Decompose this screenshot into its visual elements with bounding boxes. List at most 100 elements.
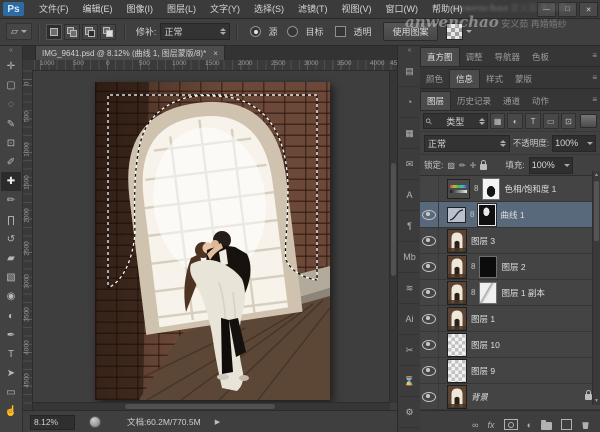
tab-info[interactable]: 信息: [449, 69, 480, 88]
eraser-tool[interactable]: ▰: [1, 249, 21, 268]
visibility-toggle[interactable]: [420, 176, 439, 201]
filter-pixel-layers-icon[interactable]: ▦: [490, 113, 506, 129]
visibility-toggle[interactable]: [420, 228, 439, 253]
dock-panel-icon-9[interactable]: Ai: [398, 304, 421, 335]
layer-thumbnail-transparent[interactable]: [447, 333, 467, 357]
visibility-toggle[interactable]: [420, 280, 439, 305]
new-adjustment-layer-icon[interactable]: ◐: [527, 420, 532, 430]
layer-row-background[interactable]: 背景: [420, 384, 600, 410]
crop-tool[interactable]: ⊡: [1, 134, 21, 153]
new-layer-icon[interactable]: [561, 419, 572, 430]
delete-layer-icon[interactable]: [581, 420, 590, 429]
subtract-selection-mode[interactable]: [82, 24, 98, 40]
filter-shape-layers-icon[interactable]: ▭: [543, 113, 559, 129]
vertical-ruler[interactable]: 0 500 1000 1500 2000 2500 3000 3500 4000…: [22, 70, 33, 410]
layer-row[interactable]: 8 图层 1 副本: [420, 280, 600, 306]
blur-tool[interactable]: ◉: [1, 287, 21, 306]
tab-swatches[interactable]: 色板: [526, 48, 555, 66]
blend-mode-select[interactable]: 正常: [424, 135, 510, 152]
canvas-vertical-scrollbar[interactable]: [389, 70, 397, 403]
dock-panel-icon-1[interactable]: ▤: [398, 56, 421, 87]
panel-menu-icon[interactable]: ≡: [592, 95, 597, 104]
dock-panel-icon-6[interactable]: ¶: [398, 211, 421, 242]
opacity-field[interactable]: 100%: [552, 135, 596, 152]
dock-panel-icon-2[interactable]: ◔: [398, 87, 421, 118]
mask-link-icon[interactable]: 8: [474, 184, 478, 193]
canvas-horizontal-scrollbar[interactable]: [32, 402, 390, 410]
filter-type-layers-icon[interactable]: T: [525, 113, 541, 129]
layer-row-selected[interactable]: 8 曲线 1: [420, 202, 600, 228]
target-radio[interactable]: [287, 26, 298, 37]
visibility-toggle[interactable]: [420, 254, 439, 279]
scroll-down-icon[interactable]: ▼: [593, 397, 600, 405]
visibility-toggle[interactable]: [420, 358, 439, 383]
mask-link-icon[interactable]: 8: [471, 288, 475, 297]
layer-thumbnail[interactable]: [447, 385, 467, 409]
layer-thumbnail[interactable]: [447, 255, 467, 279]
layer-row[interactable]: 图层 9: [420, 358, 600, 384]
dock-panel-icon-8[interactable]: ≋: [398, 273, 421, 304]
tool-preset-picker[interactable]: ▱: [6, 23, 32, 40]
tab-history[interactable]: 历史记录: [451, 92, 497, 110]
eyedropper-tool[interactable]: ✐: [1, 153, 21, 172]
move-tool[interactable]: ✛: [1, 57, 21, 76]
layer-mask-thumbnail[interactable]: [479, 282, 497, 304]
hand-tool[interactable]: ☝: [1, 402, 21, 421]
filter-adjustment-layers-icon[interactable]: ◐: [507, 113, 523, 129]
add-selection-mode[interactable]: [64, 24, 80, 40]
tab-close-icon[interactable]: ×: [213, 49, 218, 58]
patch-tool[interactable]: ✚: [1, 172, 21, 191]
new-group-icon[interactable]: [541, 422, 552, 430]
tab-color[interactable]: 颜色: [420, 70, 449, 88]
menu-view[interactable]: 视图(V): [335, 0, 379, 18]
tab-channels[interactable]: 通道: [497, 92, 526, 110]
new-selection-mode[interactable]: [46, 24, 62, 40]
layer-row[interactable]: 8 色相/饱和度 1: [420, 176, 600, 202]
visibility-toggle[interactable]: [420, 306, 439, 331]
dock-panel-icon-7[interactable]: Mb: [398, 242, 421, 273]
path-selection-tool[interactable]: ➤: [1, 364, 21, 383]
pattern-dropdown-icon[interactable]: [466, 30, 472, 33]
layer-mask-thumbnail[interactable]: [482, 178, 500, 200]
tab-adjustments[interactable]: 调整: [460, 48, 489, 66]
visibility-toggle[interactable]: [420, 384, 439, 409]
panel-menu-icon[interactable]: ≡: [592, 51, 597, 60]
tab-masks[interactable]: 蒙版: [509, 70, 538, 88]
layer-thumbnail[interactable]: [447, 281, 467, 305]
shape-tool[interactable]: ▭: [1, 383, 21, 402]
menu-window[interactable]: 窗口(W): [379, 0, 426, 18]
minimize-button[interactable]: —: [537, 2, 556, 17]
marquee-tool[interactable]: ▢: [1, 76, 21, 95]
zoom-level-field[interactable]: 8.12%: [30, 415, 75, 430]
quick-selection-tool[interactable]: ✎: [1, 115, 21, 134]
layer-row[interactable]: 图层 1: [420, 306, 600, 332]
maximize-button[interactable]: □: [558, 2, 577, 17]
menu-help[interactable]: 帮助(H): [425, 0, 470, 18]
layers-scrollbar[interactable]: ▲ ▼: [592, 171, 600, 405]
link-layers-icon[interactable]: ∞: [472, 420, 478, 430]
dock-panel-icon-12[interactable]: ⚙: [398, 397, 421, 428]
layer-thumbnail[interactable]: [447, 229, 467, 253]
dock-panel-icon-5[interactable]: A: [398, 180, 421, 211]
dodge-tool[interactable]: ◐: [1, 306, 21, 325]
menu-image[interactable]: 图像(I): [120, 0, 161, 18]
layer-row[interactable]: 图层 10: [420, 332, 600, 358]
layer-mask-thumbnail[interactable]: [478, 204, 496, 226]
pen-tool[interactable]: ✒: [1, 326, 21, 345]
intersect-selection-mode[interactable]: [100, 24, 116, 40]
fill-field[interactable]: 100%: [529, 157, 573, 174]
filter-smart-objects-icon[interactable]: ⊡: [561, 113, 577, 129]
document-tab[interactable]: IMG_9641.psd @ 8.12% (曲线 1, 图层蒙版/8)* ×: [35, 45, 225, 60]
status-expand-icon[interactable]: ▶: [215, 418, 220, 426]
pattern-swatch[interactable]: [446, 23, 463, 40]
dock-panel-icon-11[interactable]: ⌛: [398, 366, 421, 397]
gradient-tool[interactable]: ▧: [1, 268, 21, 287]
menu-layer[interactable]: 图层(L): [160, 0, 203, 18]
layer-effects-icon[interactable]: fx: [488, 420, 495, 430]
menu-select[interactable]: 选择(S): [247, 0, 291, 18]
dock-panel-icon-4[interactable]: ✉: [398, 149, 421, 180]
menu-type[interactable]: 文字(Y): [203, 0, 247, 18]
mask-link-icon[interactable]: 8: [470, 210, 474, 219]
tab-navigator[interactable]: 导航器: [489, 48, 527, 66]
filter-toggle-switch[interactable]: [580, 114, 597, 128]
